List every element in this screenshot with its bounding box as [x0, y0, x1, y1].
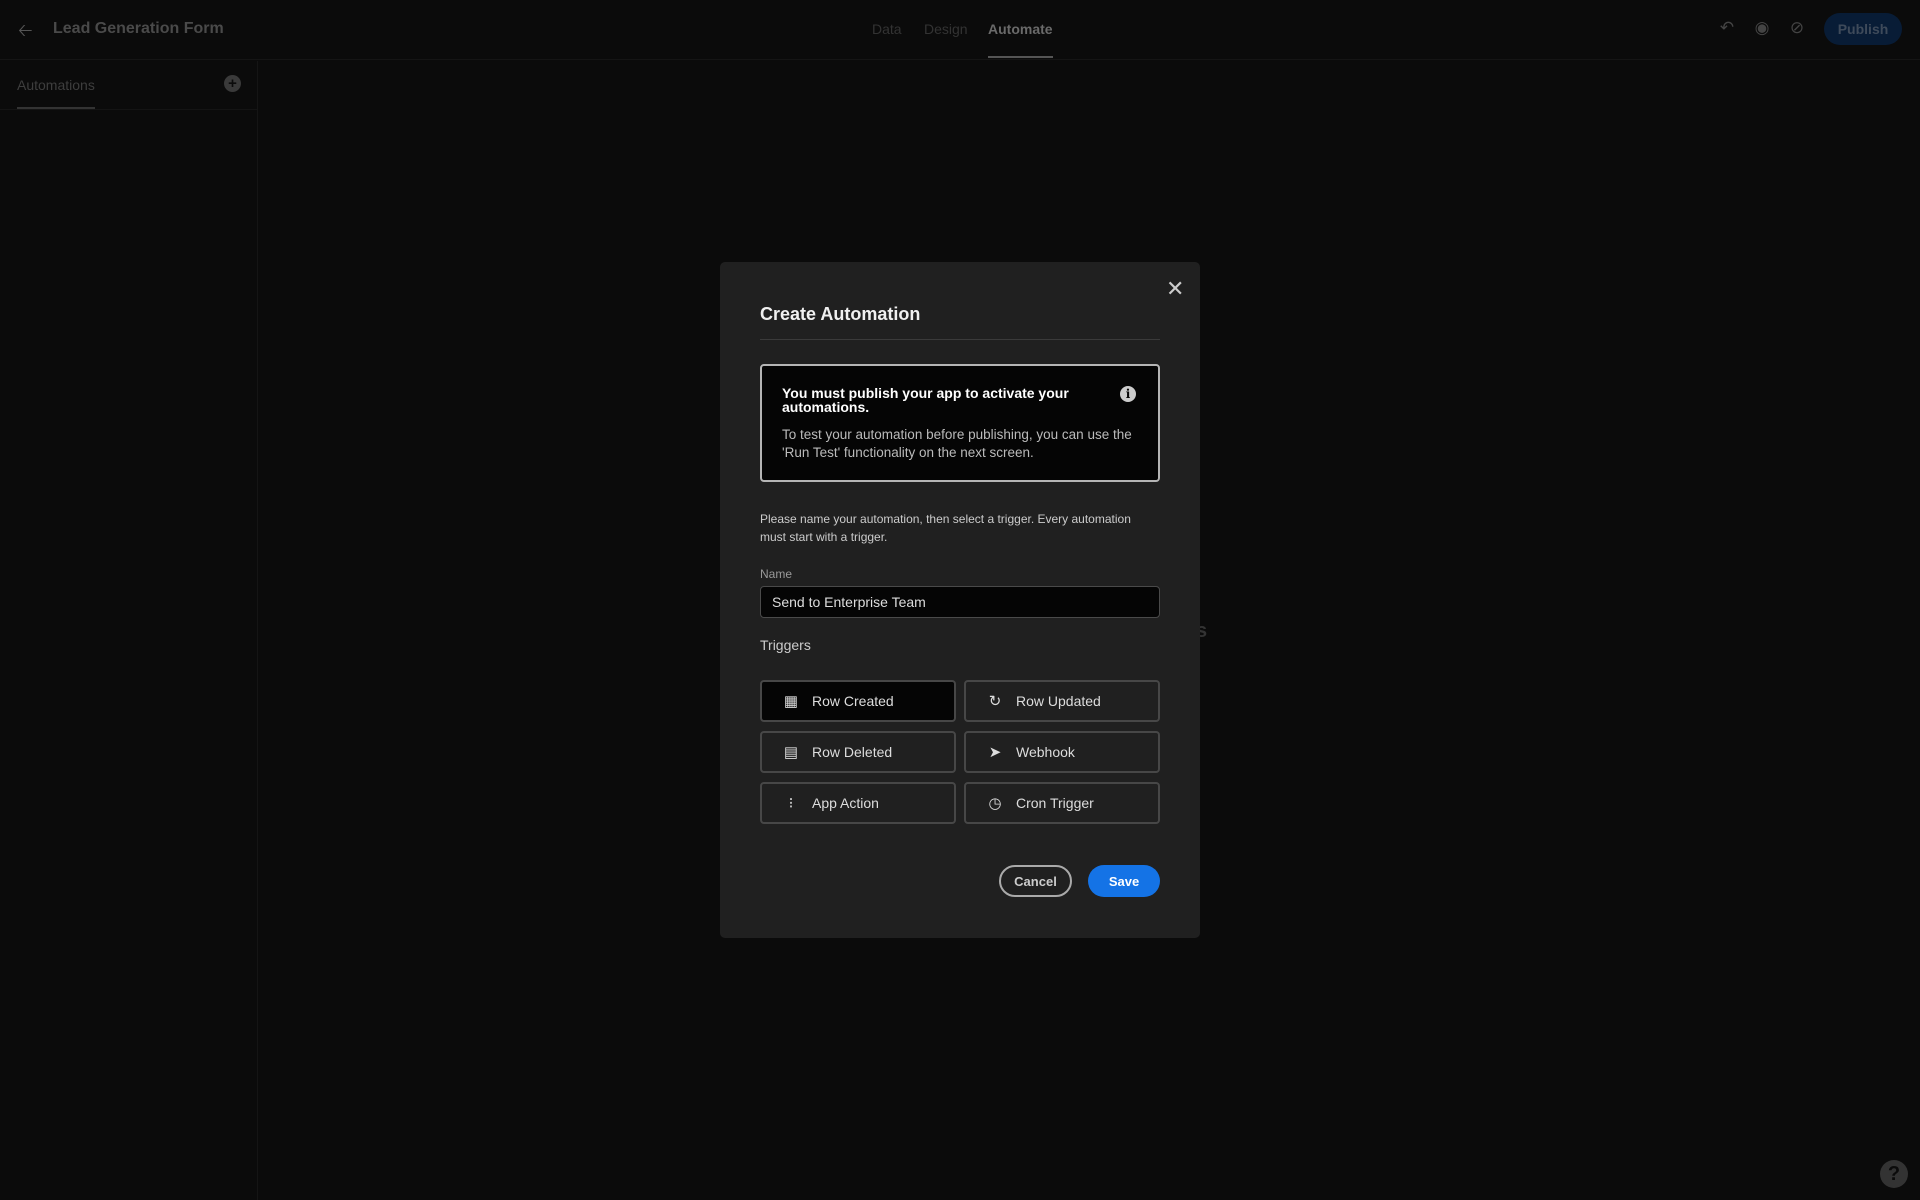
publish-button[interactable]: Publish: [1824, 13, 1902, 45]
trigger-row-created[interactable]: ▦ Row Created: [760, 680, 956, 722]
app-title: Lead Generation Form: [53, 20, 224, 37]
trigger-cron[interactable]: ◷ Cron Trigger: [964, 782, 1160, 824]
back-arrow-icon[interactable]: 🡠: [18, 18, 38, 40]
trigger-label: Row Created: [812, 693, 894, 709]
table-remove-icon: ▤: [783, 744, 799, 761]
info-icon: i: [1120, 386, 1136, 402]
sidebar-tab-automations[interactable]: Automations: [17, 77, 95, 109]
table-add-icon: ▦: [783, 693, 799, 710]
modal-title: Create Automation: [760, 304, 921, 324]
tab-design[interactable]: Design: [924, 21, 968, 37]
cancel-button[interactable]: Cancel: [999, 865, 1072, 897]
tab-automate[interactable]: Automate: [988, 21, 1053, 58]
trigger-label: Cron Trigger: [1016, 795, 1094, 811]
notice-body: To test your automation before publishin…: [782, 427, 1132, 460]
publish-notice: You must publish your app to activate yo…: [760, 364, 1160, 482]
trigger-label: Row Updated: [1016, 693, 1101, 709]
triggers-label: Triggers: [760, 637, 811, 653]
trigger-row-deleted[interactable]: ▤ Row Deleted: [760, 731, 956, 773]
trigger-app-action[interactable]: ⁝ App Action: [760, 782, 956, 824]
clock-icon: ◷: [988, 795, 1002, 812]
sidebar: Automations +: [0, 61, 258, 1200]
globe-off-icon[interactable]: ⊘: [1786, 18, 1808, 40]
trigger-row-updated[interactable]: ↻ Row Updated: [964, 680, 1160, 722]
trigger-label: Webhook: [1016, 744, 1075, 760]
tab-data[interactable]: Data: [872, 21, 902, 37]
top-bar: 🡠 Lead Generation Form Data Design Autom…: [0, 0, 1920, 60]
trigger-label: App Action: [812, 795, 879, 811]
name-label: Name: [760, 567, 793, 581]
trigger-webhook[interactable]: ➤ Webhook: [964, 731, 1160, 773]
description: Please name your automation, then select…: [760, 512, 1131, 544]
preview-eye-icon[interactable]: ◉: [1751, 18, 1773, 40]
refresh-icon: ↻: [988, 693, 1002, 710]
trigger-label: Row Deleted: [812, 744, 893, 760]
save-button[interactable]: Save: [1088, 865, 1160, 897]
close-icon[interactable]: ✕: [1166, 276, 1184, 302]
dots-grid-icon: ⁝: [788, 795, 794, 812]
divider: [760, 339, 1160, 340]
paper-plane-icon: ➤: [988, 744, 1002, 761]
name-input[interactable]: [760, 586, 1160, 618]
create-automation-modal: ✕ Create Automation You must publish you…: [720, 262, 1200, 938]
add-automation-icon[interactable]: +: [224, 75, 241, 92]
help-icon[interactable]: ?: [1880, 1160, 1908, 1188]
notice-title: You must publish your app to activate yo…: [782, 385, 1069, 415]
undo-icon[interactable]: ↶: [1716, 18, 1738, 40]
sidebar-divider: [0, 109, 257, 110]
